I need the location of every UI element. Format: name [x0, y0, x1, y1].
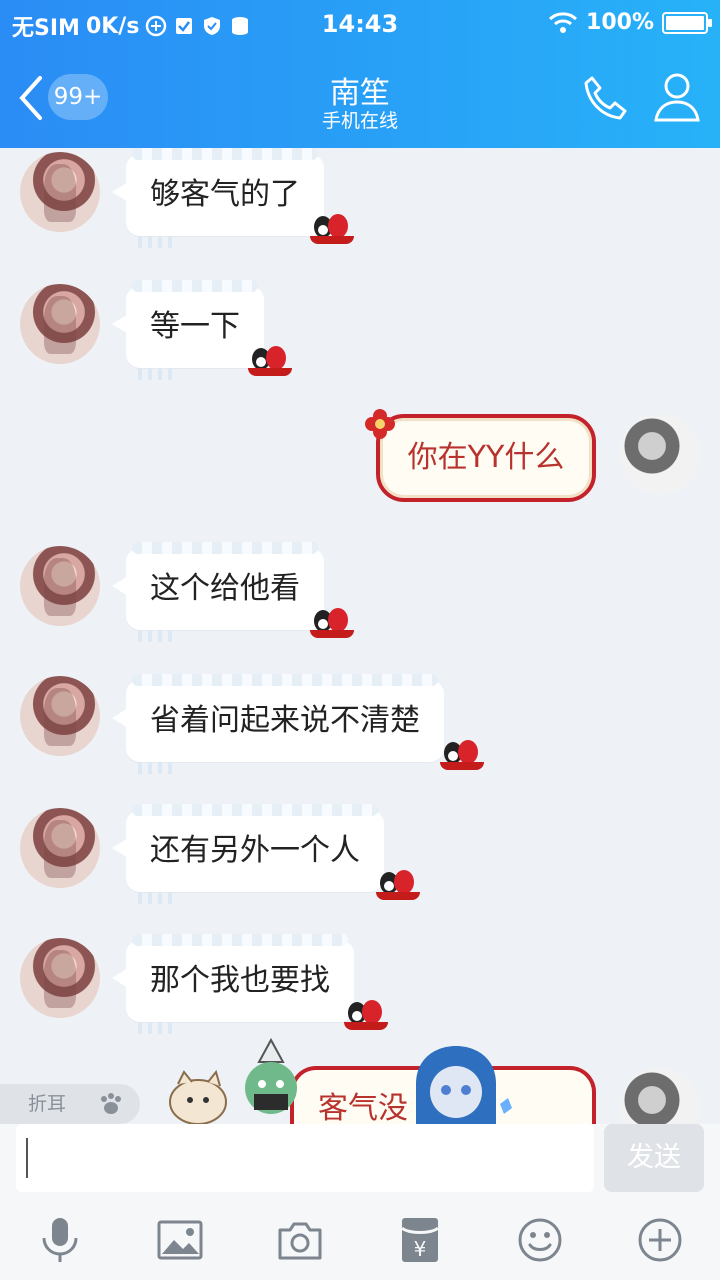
text-caret	[26, 1138, 28, 1178]
contact-avatar[interactable]	[20, 808, 100, 888]
chat-header: 无SIM 0K/s 14:43 100% 99+ 南笙 手机在线	[0, 0, 720, 148]
bubble-sticker-icon	[310, 608, 354, 638]
contact-avatar[interactable]	[20, 152, 100, 232]
incoming-message[interactable]: 那个我也要找	[112, 934, 354, 1034]
incoming-message[interactable]: 这个给他看	[112, 542, 324, 642]
message-input[interactable]	[16, 1124, 594, 1192]
message-text: 这个给他看	[150, 571, 300, 606]
flower-decoration-icon	[365, 409, 395, 439]
wifi-icon	[549, 11, 578, 33]
message-text: 省着问起来说不清楚	[150, 703, 420, 738]
plus-icon[interactable]	[636, 1216, 684, 1264]
incoming-message[interactable]: 省着问起来说不清楚	[112, 674, 444, 774]
bubble-sticker-icon	[310, 214, 354, 244]
incoming-message[interactable]: 够客气的了	[112, 148, 324, 248]
microphone-icon[interactable]	[36, 1216, 84, 1264]
anime-character-sticker-icon	[416, 1046, 512, 1126]
outgoing-message[interactable]: 你在YY什么	[376, 414, 596, 502]
bubble-sticker-icon	[344, 1000, 388, 1030]
composer-bar: 发送 ¥	[0, 1124, 720, 1280]
message-text: 那个我也要找	[150, 963, 330, 998]
svg-text:¥: ¥	[414, 1237, 427, 1261]
send-button[interactable]: 发送	[604, 1124, 704, 1192]
message-text: 够客气的了	[150, 177, 300, 212]
status-right: 100%	[548, 10, 712, 35]
anime-character-sticker-icon	[245, 1037, 297, 1114]
image-icon[interactable]	[156, 1216, 204, 1264]
cat-sticker-icon	[169, 1069, 227, 1125]
bubble-sticker-icon	[440, 740, 484, 770]
status-bar: 无SIM 0K/s 14:43 100%	[0, 0, 720, 50]
incoming-message[interactable]: 等一下	[112, 280, 264, 380]
paw-icon	[101, 1093, 121, 1114]
contact-avatar[interactable]	[20, 676, 100, 756]
my-avatar[interactable]	[620, 414, 700, 494]
fold-ears-tab[interactable]: 折耳	[0, 1084, 140, 1124]
profile-icon[interactable]	[652, 70, 702, 124]
bubble-sticker-icon	[248, 346, 292, 376]
bubble-sticker-icon	[376, 870, 420, 900]
camera-icon[interactable]	[276, 1216, 324, 1264]
incoming-message[interactable]: 还有另外一个人	[112, 804, 384, 904]
message-text: 等一下	[150, 309, 240, 344]
contact-avatar[interactable]	[20, 938, 100, 1018]
phone-icon[interactable]	[580, 72, 632, 124]
contact-avatar[interactable]	[20, 546, 100, 626]
battery-percent: 100%	[586, 10, 654, 35]
message-text: 你在YY什么	[407, 440, 565, 475]
message-text: 还有另外一个人	[150, 833, 360, 868]
emoji-icon[interactable]	[516, 1216, 564, 1264]
battery-icon	[662, 11, 712, 34]
contact-avatar[interactable]	[20, 284, 100, 364]
fold-tab-label: 折耳	[28, 1093, 67, 1115]
red-packet-icon[interactable]: ¥	[396, 1216, 444, 1264]
